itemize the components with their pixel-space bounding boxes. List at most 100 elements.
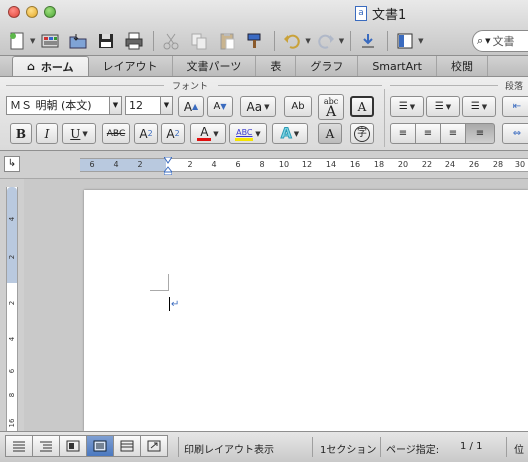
font-size-select[interactable]: 12 ▼ [125,96,173,115]
highlight-letter: ABC [236,127,253,137]
home-icon: ⌂ [27,60,35,73]
clipboard-icon [220,33,235,50]
tab-charts[interactable]: グラフ [296,56,359,76]
font-color-button[interactable]: A ▼ [190,123,226,144]
character-border-button[interactable]: A [350,96,374,117]
gallery-button[interactable] [37,29,63,53]
view-draft-button[interactable] [5,435,33,457]
vruler-tick: 4 [8,336,16,342]
zoom-window-button[interactable] [44,6,56,18]
print-button[interactable] [121,29,147,53]
close-window-button[interactable] [8,6,20,18]
toolbar-separator [387,31,389,51]
cut-button[interactable] [158,29,184,53]
search-dropdown-icon: ▼ [485,37,491,45]
justify-button[interactable]: ≡ [465,123,495,144]
copy-button[interactable] [186,29,212,53]
window-title-text: 文書1 [372,8,407,23]
tab-smartart[interactable]: SmartArt [358,56,437,76]
minimize-window-button[interactable] [26,6,38,18]
font-name-dropdown-icon[interactable]: ▼ [109,97,121,114]
ruler-tick: 22 [421,160,433,169]
highlight-button[interactable]: ABC ▼ [229,123,267,144]
bold-button[interactable]: B [10,123,32,144]
subscript-mark: 2 [174,129,180,138]
tab-document-elements[interactable]: 文書パーツ [173,56,257,76]
align-left-icon: ≡ [398,128,408,139]
paste-button[interactable] [214,29,240,53]
save-button[interactable] [93,29,119,53]
character-shading-button[interactable]: A [318,123,342,144]
subscript-button[interactable]: A2 [161,123,185,144]
publishing-view-icon [66,440,80,452]
strikethrough-button[interactable]: ABC [102,123,130,144]
vruler-tick: 6 [8,368,16,374]
format-painter-button[interactable] [242,29,268,53]
decrease-indent-button[interactable]: ⇤ [502,96,528,117]
indent-marker-icon[interactable] [164,157,172,175]
align-center-button[interactable]: ≡ [415,123,441,144]
phonetic-guide-button[interactable]: abc A [318,94,344,120]
open-button[interactable] [65,29,91,53]
group-divider [384,89,385,147]
view-notebook-button[interactable] [113,435,141,457]
font-size-value: 12 [129,99,143,112]
redo-button[interactable] [313,29,339,53]
vertical-ruler[interactable]: 4 2 2 4 6 8 16 [6,187,18,431]
change-case-button[interactable]: Aa ▼ [240,96,276,117]
ruler-tick: 14 [325,160,337,169]
underline-button[interactable]: U ▼ [62,123,96,144]
bullets-button[interactable]: ☰ ▼ [390,96,424,117]
multilevel-list-button[interactable]: ☰ ▼ [462,96,496,117]
grow-font-button[interactable]: A ▲ [178,96,204,117]
decrease-indent-icon: ⇤ [512,101,522,112]
status-page-label: ページ指定: [386,445,440,456]
shrink-font-button[interactable]: A ▼ [207,96,233,117]
search-field[interactable]: ⌕ ▼ 文書 [472,30,528,52]
numbered-list-icon: ☰ [434,101,444,112]
bullet-list-icon: ☰ [398,101,408,112]
superscript-button[interactable]: A2 [134,123,158,144]
text-cursor [169,297,170,311]
ruler-tick: 8 [259,160,265,169]
font-size-dropdown-icon[interactable]: ▼ [160,97,172,114]
view-fullscreen-button[interactable] [140,435,168,457]
tab-layout[interactable]: レイアウト [89,56,173,76]
font-name-value: ＭＳ 明朝 (本文) [10,99,92,112]
draft-view-icon [13,441,25,452]
document-page[interactable]: ↵ [84,190,528,431]
font-group-label: フォント [172,82,209,92]
phonetic-guide-base: A [325,104,337,120]
align-center-icon: ≡ [423,128,433,139]
align-right-button[interactable]: ≡ [440,123,466,144]
tab-stop-selector[interactable]: ↳ [4,156,20,172]
italic-button[interactable]: I [36,123,58,144]
new-document-button[interactable] [4,29,30,53]
font-name-select[interactable]: ＭＳ 明朝 (本文) ▼ [6,96,122,115]
numbering-dropdown-icon: ▼ [445,102,452,111]
tab-tables[interactable]: 表 [256,56,297,76]
tab-home[interactable]: ⌂ ホーム [12,56,89,76]
ruler-tick: 4 [211,160,217,169]
distributed-button[interactable]: ⇔ [502,123,528,144]
text-effects-button[interactable]: A ▼ [272,123,308,144]
strikethrough-icon: ABC [106,128,126,139]
new-document-dropdown[interactable]: ▼ [30,37,35,45]
view-outline-button[interactable] [32,435,60,457]
sidebar-toggle-button[interactable] [355,29,381,53]
tab-review[interactable]: 校閲 [437,56,488,76]
horizontal-ruler[interactable]: 6 4 2 2 4 6 8 10 12 14 16 18 20 22 24 26… [80,157,528,175]
enclose-characters-button[interactable]: 字 [350,123,374,144]
clear-formatting-button[interactable]: Ab [284,96,312,117]
view-publishing-button[interactable] [59,435,87,457]
undo-button[interactable] [279,29,305,53]
view-layout-button[interactable] [392,29,418,53]
redo-dropdown[interactable]: ▼ [339,37,344,45]
ruler-tick: 28 [492,160,504,169]
undo-dropdown[interactable]: ▼ [305,37,310,45]
view-layout-dropdown[interactable]: ▼ [418,37,423,45]
vruler-tick: 2 [8,254,16,260]
numbering-button[interactable]: ☰ ▼ [426,96,460,117]
view-print-layout-button[interactable] [86,435,114,457]
align-left-button[interactable]: ≡ [390,123,416,144]
